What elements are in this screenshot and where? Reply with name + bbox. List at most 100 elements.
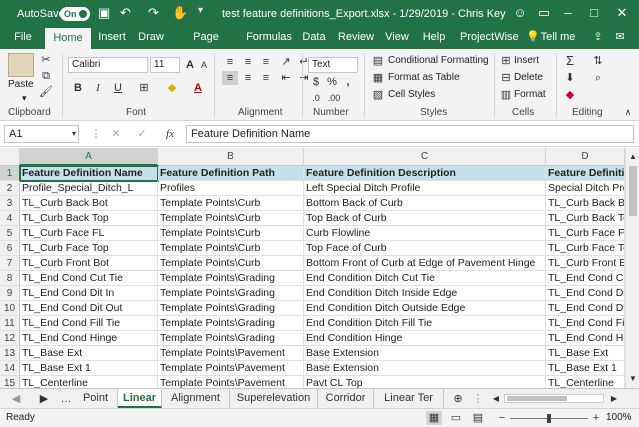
table-cell[interactable]: TL_Curb Face FL <box>20 226 158 241</box>
table-cell[interactable]: Bottom Front of Curb at Edge of Pavement… <box>304 256 546 271</box>
table-cell[interactable]: Template Points\Curb <box>158 196 304 211</box>
header-cell[interactable]: Feature Definition Name <box>19 165 159 182</box>
table-cell[interactable]: TL_End Cond Dit In <box>546 286 625 301</box>
minimize-icon[interactable]: – <box>558 3 578 23</box>
table-cell[interactable]: TL_Curb Front Bot <box>546 256 625 271</box>
format-cells-button[interactable]: Format <box>514 89 546 100</box>
decrease-decimal-icon[interactable]: .00 <box>326 91 342 105</box>
delete-cells-button[interactable]: Delete <box>514 72 543 83</box>
vertical-scrollbar[interactable]: ▲ ▼ <box>625 148 639 388</box>
header-cell[interactable]: Feature Definition <box>546 166 625 181</box>
table-cell[interactable]: Curb Flowline <box>304 226 546 241</box>
column-header-c[interactable]: C <box>304 148 546 166</box>
table-cell[interactable]: Profile_Special_Ditch_L <box>20 181 158 196</box>
sort-filter-icon[interactable]: ⇅ <box>590 54 606 68</box>
table-cell[interactable]: End Condition Ditch Inside Edge <box>304 286 546 301</box>
table-cell[interactable]: TL_End Cond Cut Tie <box>20 271 158 286</box>
page-layout-view-icon[interactable]: ▭ <box>448 411 464 425</box>
undo-icon[interactable]: ↶ <box>120 5 131 21</box>
table-cell[interactable]: TL_Curb Back Bot <box>20 196 158 211</box>
row-header[interactable]: 10 <box>0 301 20 316</box>
table-cell[interactable]: TL_Curb Front Bot <box>20 256 158 271</box>
currency-icon[interactable]: $ <box>308 75 324 89</box>
tab-formulas[interactable]: Formulas <box>244 28 294 49</box>
row-header[interactable]: 14 <box>0 361 20 376</box>
align-top-icon[interactable]: ≡ <box>222 55 238 69</box>
format-as-table-button[interactable]: Format as Table <box>388 72 460 83</box>
column-header-a[interactable]: A <box>20 148 158 166</box>
row-header[interactable]: 4 <box>0 211 20 226</box>
conditional-formatting-icon[interactable]: ▤ <box>370 54 386 68</box>
column-header-d[interactable]: D <box>546 148 625 166</box>
page-break-view-icon[interactable]: ▤ <box>470 411 486 425</box>
confirm-entry-icon[interactable]: ✓ <box>134 127 150 141</box>
table-cell[interactable]: End Condition Hinge <box>304 331 546 346</box>
cut-icon[interactable]: ✂ <box>38 53 54 67</box>
table-cell[interactable]: TL_Base Ext 1 <box>546 361 625 376</box>
row-header[interactable]: 6 <box>0 241 20 256</box>
redo-icon[interactable]: ↷ <box>148 5 159 21</box>
orientation-icon[interactable]: ↗ <box>278 55 294 69</box>
zoom-slider[interactable] <box>510 414 588 423</box>
formula-input[interactable]: Feature Definition Name <box>186 125 634 143</box>
table-cell[interactable]: TL_End Cond Dit Out <box>20 301 158 316</box>
table-cell[interactable]: End Condition Ditch Outside Edge <box>304 301 546 316</box>
next-sheet-icon[interactable]: ▶ <box>36 392 52 406</box>
font-color-icon[interactable]: A <box>190 81 206 95</box>
scroll-up-icon[interactable]: ▲ <box>625 150 639 164</box>
table-cell[interactable]: TL_Base Ext <box>20 346 158 361</box>
underline-icon[interactable]: U <box>110 81 126 95</box>
close-icon[interactable]: ✕ <box>612 3 632 23</box>
split-dots-icon[interactable]: ⋮ <box>470 392 486 406</box>
table-cell[interactable]: Template Points\Grading <box>158 316 304 331</box>
row-header[interactable]: 3 <box>0 196 20 211</box>
row-header[interactable]: 13 <box>0 346 20 361</box>
table-cell[interactable]: TL_Curb Face Top <box>20 241 158 256</box>
tab-file[interactable]: File <box>8 28 38 49</box>
prev-sheet-icon[interactable]: ◀ <box>8 392 24 406</box>
table-cell[interactable]: TL_Curb Face FL <box>546 226 625 241</box>
format-painter-icon[interactable]: 🖌 <box>38 85 54 99</box>
align-right-icon[interactable]: ≡ <box>258 71 274 85</box>
cancel-entry-icon[interactable]: ✕ <box>108 127 124 141</box>
insert-function-icon[interactable]: fx <box>162 127 178 141</box>
tab-data[interactable]: Data <box>300 28 328 49</box>
align-left-icon[interactable]: ≡ <box>222 71 238 85</box>
column-header-b[interactable]: B <box>158 148 304 166</box>
row-header[interactable]: 5 <box>0 226 20 241</box>
name-box-dropdown-icon[interactable]: ▾ <box>66 127 82 141</box>
table-cell[interactable]: TL_Curb Back Top <box>20 211 158 226</box>
zoom-out-icon[interactable]: − <box>494 411 510 425</box>
more-sheets-icon[interactable]: … <box>58 392 74 406</box>
fill-icon[interactable]: ⬇ <box>562 71 578 85</box>
table-cell[interactable]: Template Points\Grading <box>158 301 304 316</box>
touch-mode-icon[interactable]: ✋ <box>172 5 188 21</box>
row-header[interactable]: 1 <box>0 166 20 181</box>
format-as-table-icon[interactable]: ▦ <box>370 71 386 85</box>
align-middle-icon[interactable]: ≡ <box>240 55 256 69</box>
tab-home[interactable]: Home <box>45 28 91 49</box>
table-cell[interactable]: Template Points\Curb <box>158 211 304 226</box>
table-cell[interactable]: Base Extension <box>304 346 546 361</box>
paste-button[interactable]: Paste <box>8 79 34 90</box>
row-header[interactable]: 11 <box>0 316 20 331</box>
cell-styles-icon[interactable]: ▧ <box>370 88 386 102</box>
format-cells-icon[interactable]: ▥ <box>498 88 514 102</box>
autosave-toggle[interactable]: On <box>60 7 90 21</box>
tab-tell-me[interactable]: Tell me <box>540 28 576 49</box>
font-shrink-icon[interactable]: A <box>196 58 212 72</box>
table-cell[interactable]: Template Points\Curb <box>158 241 304 256</box>
table-cell[interactable]: TL_End Cond Cut Tie <box>546 271 625 286</box>
normal-view-icon[interactable]: ▦ <box>426 411 442 425</box>
sheet-tab-point[interactable]: Point <box>74 389 118 408</box>
number-format-select[interactable]: Text <box>308 57 358 73</box>
table-cell[interactable]: End Condition Ditch Cut Tie <box>304 271 546 286</box>
collapse-ribbon-icon[interactable]: ∧ <box>620 105 636 119</box>
table-cell[interactable]: Template Points\Grading <box>158 286 304 301</box>
table-cell[interactable]: Top Face of Curb <box>304 241 546 256</box>
tab-projectwise[interactable]: ProjectWise <box>460 28 519 49</box>
row-header[interactable]: 7 <box>0 256 20 271</box>
decrease-indent-icon[interactable]: ⇤ <box>278 71 294 85</box>
user-name[interactable]: Chris Key <box>458 8 506 20</box>
header-cell[interactable]: Feature Definition Description <box>304 166 546 181</box>
